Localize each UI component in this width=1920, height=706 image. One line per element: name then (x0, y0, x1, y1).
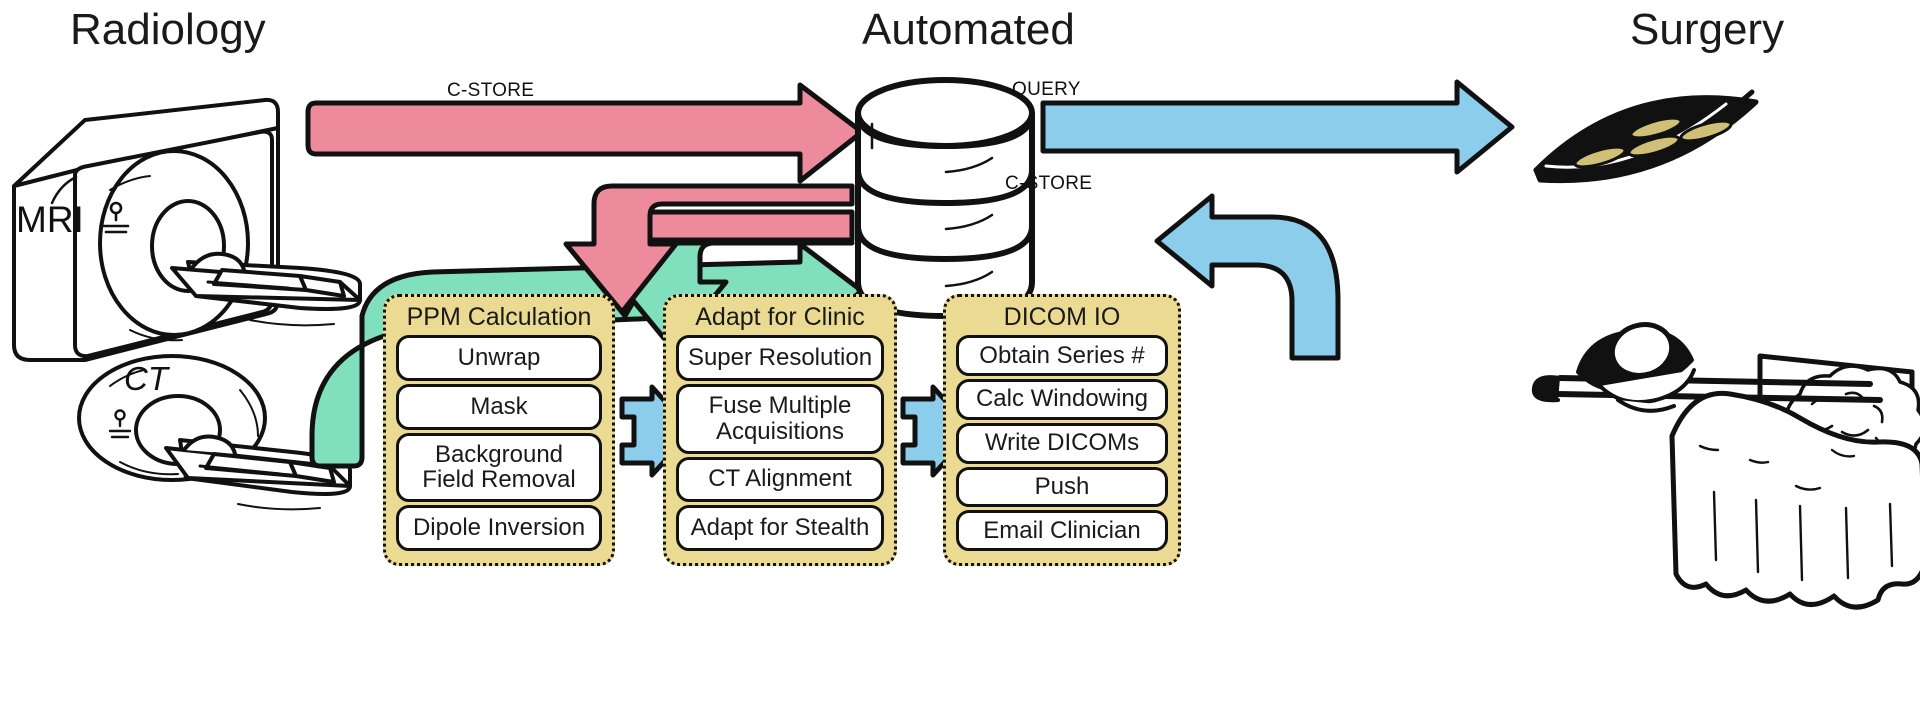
step-adapt-for-stealth[interactable]: Adapt for Stealth (676, 505, 884, 551)
pink-cstore-arrow (305, 82, 865, 184)
process-group-dicom-io: DICOM IO Obtain Series # Calc Windowing … (943, 294, 1181, 566)
step-mask[interactable]: Mask (396, 383, 602, 430)
blue-query-arrow (1040, 79, 1515, 175)
arrow-label-cstore-in: C-STORE (447, 80, 535, 101)
step-calc-windowing[interactable]: Calc Windowing (956, 379, 1168, 420)
surgical-light-icon (1533, 89, 1759, 184)
step-ct-alignment[interactable]: CT Alignment (676, 456, 884, 503)
database-cylinder-icon (855, 77, 1035, 319)
patient-on-table-icon (1531, 322, 1920, 610)
step-push[interactable]: Push (956, 466, 1168, 508)
diagram-canvas: MRI CT Radiology Automated Surgery C-STO… (0, 0, 1920, 706)
column-title-radiology: Radiology (70, 5, 266, 54)
group-title-ppm: PPM Calculation (406, 303, 592, 331)
arrow-label-cstore-back: C-STORE (1005, 173, 1093, 194)
ct-label: CT (124, 360, 171, 397)
blue-cstore-return-arrow (1154, 193, 1341, 361)
column-title-surgery: Surgery (1630, 5, 1785, 54)
step-super-resolution[interactable]: Super Resolution (676, 335, 884, 381)
ct-scanner-icon (77, 354, 352, 511)
group-title-clinic: Adapt for Clinic (695, 303, 865, 331)
column-title-automated: Automated (862, 5, 1075, 54)
process-group-adapt-for-clinic: Adapt for Clinic Super Resolution Fuse M… (663, 294, 897, 566)
step-dipole-inversion[interactable]: Dipole Inversion (396, 505, 602, 551)
arrow-label-query: QUERY (1012, 79, 1081, 100)
mri-label: MRI (16, 199, 84, 240)
step-write-dicoms[interactable]: Write DICOMs (956, 422, 1168, 464)
step-background-field-removal[interactable]: Background Field Removal (396, 432, 602, 503)
process-group-ppm-calculation: PPM Calculation Unwrap Mask Background F… (383, 294, 615, 566)
step-obtain-series-number[interactable]: Obtain Series # (956, 335, 1168, 376)
group-title-dicom-io: DICOM IO (1003, 303, 1121, 331)
step-fuse-multiple-acquisitions[interactable]: Fuse Multiple Acquisitions (676, 383, 884, 454)
step-unwrap[interactable]: Unwrap (396, 335, 602, 381)
step-email-clinician[interactable]: Email Clinician (956, 510, 1168, 551)
